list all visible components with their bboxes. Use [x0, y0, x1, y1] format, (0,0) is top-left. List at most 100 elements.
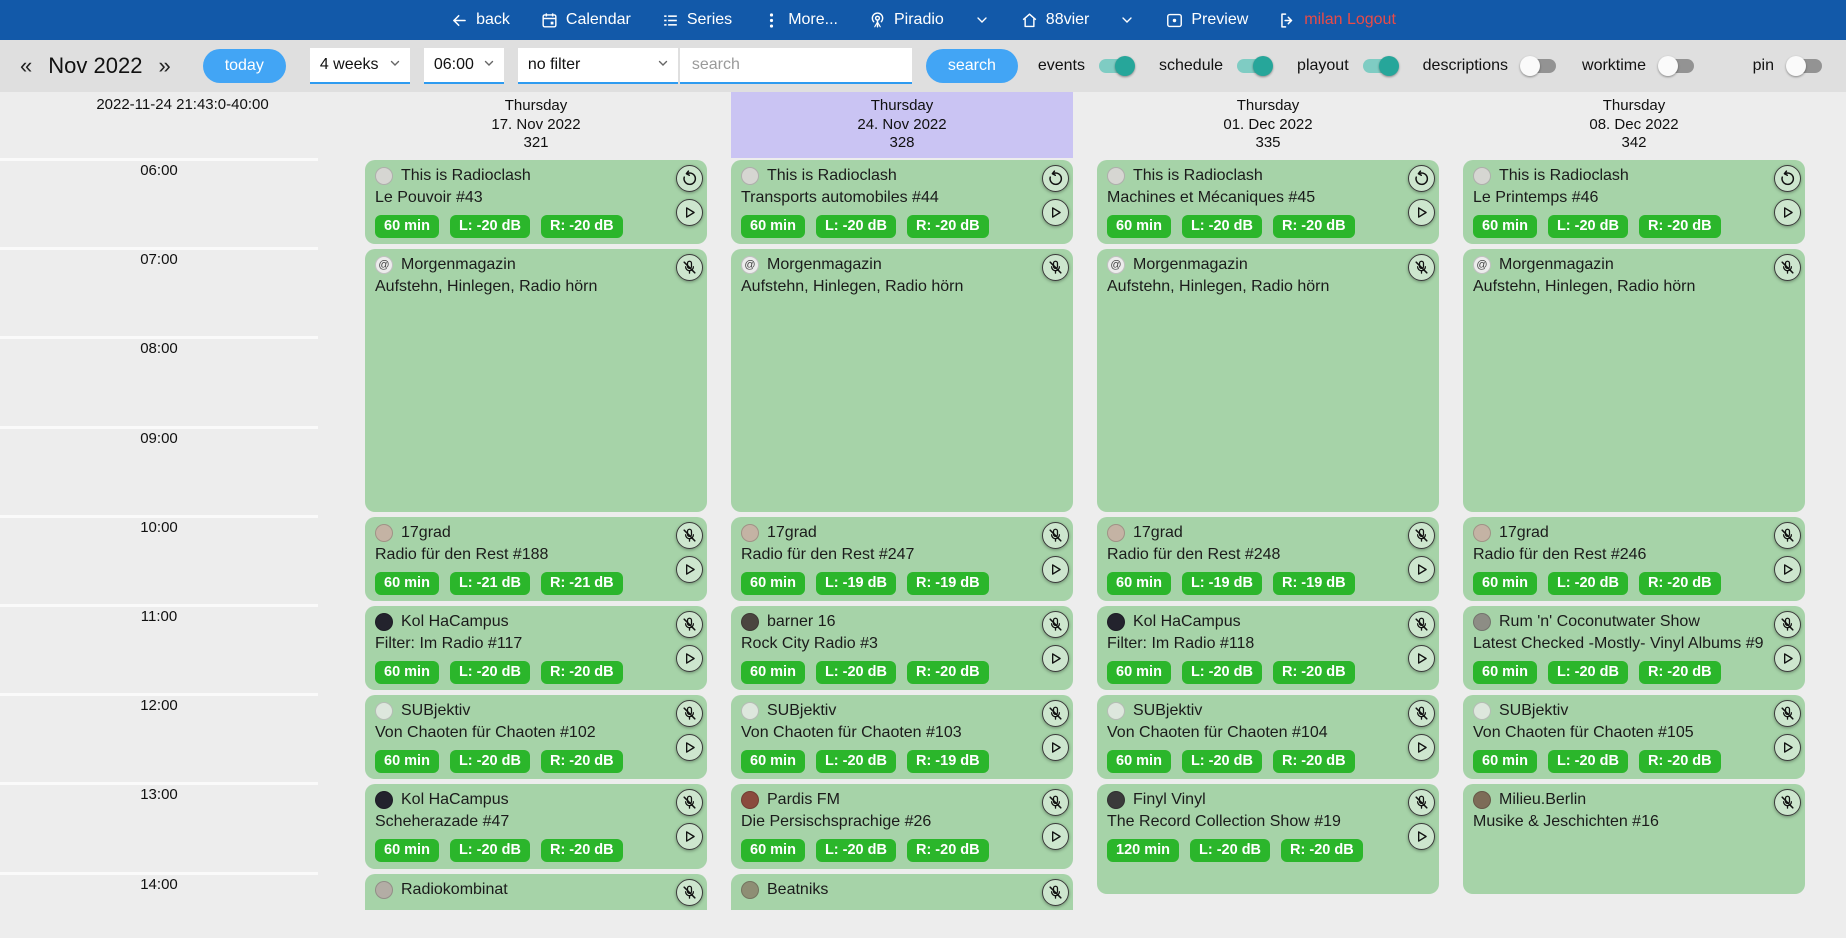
event-card[interactable]: This is RadioclashLe Pouvoir #4360 minL:… — [365, 160, 707, 244]
play-icon[interactable] — [1042, 645, 1069, 672]
play-icon[interactable] — [676, 556, 703, 583]
replay-icon[interactable] — [676, 165, 703, 192]
event-card[interactable]: barner 16Rock City Radio #360 minL: -20 … — [731, 606, 1073, 690]
event-card[interactable]: Kol HaCampusFilter: Im Radio #11860 minL… — [1097, 606, 1439, 690]
play-icon[interactable] — [1042, 199, 1069, 226]
day-header-17-nov-2022[interactable]: Thursday17. Nov 2022321 — [365, 92, 707, 158]
events-toggle[interactable] — [1099, 59, 1133, 73]
event-card[interactable]: 17gradRadio für den Rest #24660 minL: -2… — [1463, 517, 1805, 601]
play-icon[interactable] — [1408, 734, 1435, 761]
mic-off-icon[interactable] — [1774, 611, 1801, 638]
today-button[interactable]: today — [203, 49, 286, 83]
search-button[interactable]: search — [926, 49, 1018, 83]
nav-series[interactable]: Series — [661, 11, 732, 30]
play-icon[interactable] — [1042, 734, 1069, 761]
mic-off-icon[interactable] — [1408, 611, 1435, 638]
back-button[interactable]: back — [450, 11, 510, 30]
prev-month-button[interactable]: « — [14, 53, 38, 79]
mic-off-icon[interactable] — [676, 254, 703, 281]
play-icon[interactable] — [1774, 199, 1801, 226]
play-icon[interactable] — [676, 199, 703, 226]
nav-station-piradio[interactable]: Piradio — [868, 11, 944, 30]
mic-off-icon[interactable] — [1774, 254, 1801, 281]
mic-off-icon[interactable] — [676, 789, 703, 816]
nav-more[interactable]: More... — [762, 11, 838, 30]
current-timestamp: 2022-11-24 21:43:0-40:00 — [0, 96, 365, 113]
play-icon[interactable] — [676, 645, 703, 672]
event-card[interactable]: SUBjektivVon Chaoten für Chaoten #10560 … — [1463, 695, 1805, 779]
event-card[interactable]: SUBjektivVon Chaoten für Chaoten #10460 … — [1097, 695, 1439, 779]
mic-off-icon[interactable] — [1408, 522, 1435, 549]
day-header-24-nov-2022[interactable]: Thursday24. Nov 2022328 — [731, 92, 1073, 158]
play-icon[interactable] — [1408, 823, 1435, 850]
mic-off-icon[interactable] — [1774, 522, 1801, 549]
nav-station-88vier[interactable]: 88vier — [1020, 11, 1090, 30]
mic-off-icon[interactable] — [676, 879, 703, 906]
worktime-toggle[interactable] — [1660, 59, 1694, 73]
play-icon[interactable] — [676, 823, 703, 850]
event-card[interactable]: SUBjektivVon Chaoten für Chaoten #10360 … — [731, 695, 1073, 779]
next-month-button[interactable]: » — [152, 53, 176, 79]
mic-off-icon[interactable] — [1774, 700, 1801, 727]
logout-button[interactable]: milan Logout — [1278, 11, 1396, 30]
mic-off-icon[interactable] — [1042, 611, 1069, 638]
event-card[interactable]: This is RadioclashMachines et Mécaniques… — [1097, 160, 1439, 244]
event-card[interactable]: @MorgenmagazinAufstehn, Hinlegen, Radio … — [731, 249, 1073, 512]
event-card[interactable]: Milieu.BerlinMusike & Jeschichten #16 — [1463, 784, 1805, 893]
filter-select[interactable]: no filter — [518, 48, 678, 84]
event-card[interactable]: Rum 'n' Coconutwater ShowLatest Checked … — [1463, 606, 1805, 690]
play-icon[interactable] — [1774, 734, 1801, 761]
mic-off-icon[interactable] — [1774, 789, 1801, 816]
play-icon[interactable] — [1774, 645, 1801, 672]
piradio-dropdown-chevron[interactable] — [974, 12, 990, 28]
play-icon[interactable] — [1042, 823, 1069, 850]
day-header-08-dec-2022[interactable]: Thursday08. Dec 2022342 — [1463, 92, 1805, 158]
mic-off-icon[interactable] — [1042, 522, 1069, 549]
event-card[interactable]: @MorgenmagazinAufstehn, Hinlegen, Radio … — [1463, 249, 1805, 512]
replay-icon[interactable] — [1408, 165, 1435, 192]
event-card[interactable]: @MorgenmagazinAufstehn, Hinlegen, Radio … — [1097, 249, 1439, 512]
88vier-dropdown-chevron[interactable] — [1119, 12, 1135, 28]
replay-icon[interactable] — [1042, 165, 1069, 192]
event-card[interactable]: Finyl VinylThe Record Collection Show #1… — [1097, 784, 1439, 893]
play-icon[interactable] — [1774, 556, 1801, 583]
playout-toggle[interactable] — [1363, 59, 1397, 73]
search-input[interactable] — [680, 48, 912, 84]
event-card[interactable]: This is RadioclashLe Printemps #4660 min… — [1463, 160, 1805, 244]
event-card[interactable]: Radiokombinat — [365, 874, 707, 910]
event-card[interactable]: Beatniks — [731, 874, 1073, 910]
mic-off-icon[interactable] — [1042, 254, 1069, 281]
event-card[interactable]: SUBjektivVon Chaoten für Chaoten #10260 … — [365, 695, 707, 779]
pin-toggle[interactable] — [1788, 59, 1822, 73]
play-icon[interactable] — [1408, 645, 1435, 672]
event-card[interactable]: Kol HaCampusFilter: Im Radio #11760 minL… — [365, 606, 707, 690]
mic-off-icon[interactable] — [1408, 254, 1435, 281]
schedule-toggle[interactable] — [1237, 59, 1271, 73]
play-icon[interactable] — [676, 734, 703, 761]
play-icon[interactable] — [1408, 199, 1435, 226]
mic-off-icon[interactable] — [1042, 879, 1069, 906]
event-card[interactable]: Kol HaCampusScheherazade #4760 minL: -20… — [365, 784, 707, 868]
play-icon[interactable] — [1408, 556, 1435, 583]
descriptions-toggle[interactable] — [1522, 59, 1556, 73]
mic-off-icon[interactable] — [676, 700, 703, 727]
event-card[interactable]: 17gradRadio für den Rest #24860 minL: -1… — [1097, 517, 1439, 601]
replay-icon[interactable] — [1774, 165, 1801, 192]
event-card[interactable]: 17gradRadio für den Rest #18860 minL: -2… — [365, 517, 707, 601]
mic-off-icon[interactable] — [676, 611, 703, 638]
mic-off-icon[interactable] — [1042, 789, 1069, 816]
range-select[interactable]: 4 weeks — [310, 48, 410, 84]
start-time-select[interactable]: 06:00 — [424, 48, 504, 84]
mic-off-icon[interactable] — [676, 522, 703, 549]
mic-off-icon[interactable] — [1408, 700, 1435, 727]
mic-off-icon[interactable] — [1408, 789, 1435, 816]
nav-calendar[interactable]: Calendar — [540, 11, 631, 30]
nav-preview[interactable]: Preview — [1165, 11, 1248, 30]
event-card[interactable]: This is RadioclashTransports automobiles… — [731, 160, 1073, 244]
mic-off-icon[interactable] — [1042, 700, 1069, 727]
day-header-01-dec-2022[interactable]: Thursday01. Dec 2022335 — [1097, 92, 1439, 158]
event-card[interactable]: @MorgenmagazinAufstehn, Hinlegen, Radio … — [365, 249, 707, 512]
play-icon[interactable] — [1042, 556, 1069, 583]
event-card[interactable]: Pardis FMDie Persischsprachige #2660 min… — [731, 784, 1073, 868]
event-card[interactable]: 17gradRadio für den Rest #24760 minL: -1… — [731, 517, 1073, 601]
